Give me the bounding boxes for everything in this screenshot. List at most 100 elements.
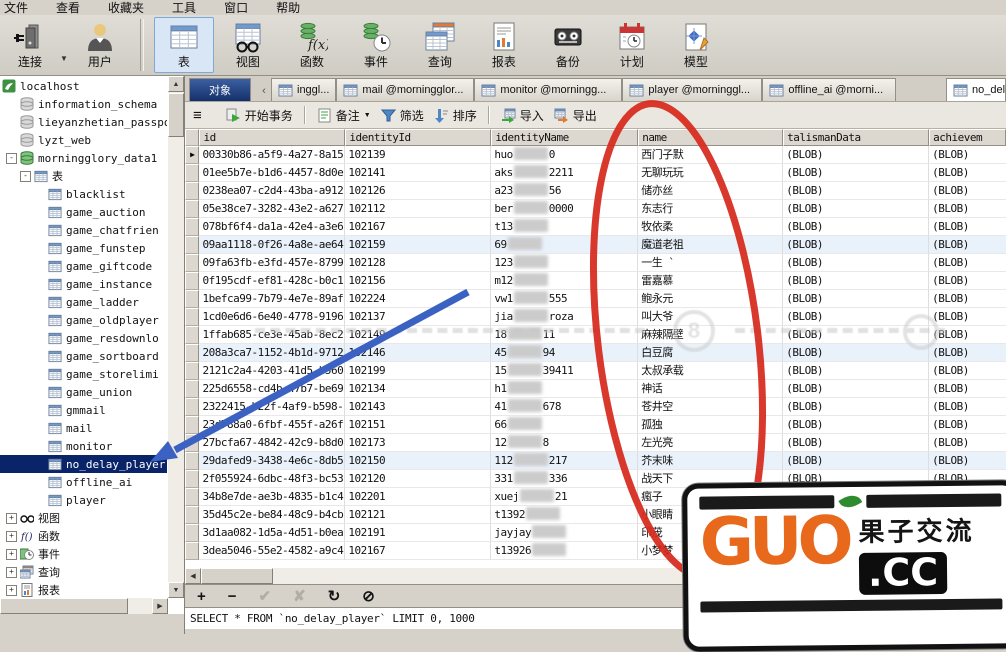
cell-identityName[interactable]: 128: [491, 434, 638, 452]
cell-talismanData[interactable]: (BLOB): [783, 254, 929, 272]
refresh-button[interactable]: ↻: [328, 589, 341, 604]
row-selector[interactable]: [185, 380, 199, 398]
cell-talismanData[interactable]: (BLOB): [783, 164, 929, 182]
cell-talismanData[interactable]: (BLOB): [783, 200, 929, 218]
grid-row[interactable]: 0f195cdf-ef81-428c-b0c1-7102156m12雷嘉慕(BL…: [185, 272, 1006, 290]
grid-row[interactable]: 2121c2a4-4203-41d5-b560-21021991539411太叔…: [185, 362, 1006, 380]
cell-id[interactable]: 09aa1118-0f26-4a8e-ae64-9: [199, 236, 345, 254]
cell-achievem[interactable]: (BLOB): [929, 326, 1006, 344]
toolbar-button-schedule[interactable]: 计划: [602, 17, 662, 73]
cell-achievem[interactable]: (BLOB): [929, 200, 1006, 218]
cell-identityId[interactable]: 102134: [345, 380, 491, 398]
cell-talismanData[interactable]: (BLOB): [783, 380, 929, 398]
row-selector[interactable]: [185, 524, 199, 542]
grid-row[interactable]: 078bf6f4-da1a-42e4-a3e6-2102167t13牧依柔(BL…: [185, 218, 1006, 236]
tree-item-table-blacklist[interactable]: blacklist: [0, 185, 167, 203]
cell-name[interactable]: 一生 `: [638, 254, 783, 272]
toolbar-button-model[interactable]: 模型: [666, 17, 726, 73]
scroll-up-icon[interactable]: ▲: [168, 76, 184, 92]
tree-item-table-game_storelimi[interactable]: game_storelimi: [0, 365, 167, 383]
row-selector[interactable]: [185, 470, 199, 488]
tree-item-table-game_ladder[interactable]: game_ladder: [0, 293, 167, 311]
cell-name[interactable]: 麻辣隔壁: [638, 326, 783, 344]
cell-talismanData[interactable]: (BLOB): [783, 362, 929, 380]
tree-item-table-game_chatfrien[interactable]: game_chatfrien: [0, 221, 167, 239]
row-selector[interactable]: [185, 200, 199, 218]
cell-id[interactable]: 29dafed9-3438-4e6c-8db5-8: [199, 452, 345, 470]
collapse-icon[interactable]: -: [6, 153, 17, 164]
cell-identityId[interactable]: 102121: [345, 506, 491, 524]
cell-id[interactable]: 2322415-b22f-4af9-b598-2: [199, 398, 345, 416]
grid-row[interactable]: 1ffab685-ce3e-45ab-8ec2-21021491811麻辣隔壁(…: [185, 326, 1006, 344]
tree-section-报表[interactable]: +报表: [0, 581, 167, 599]
cell-achievem[interactable]: (BLOB): [929, 254, 1006, 272]
cell-identityId[interactable]: 102191: [345, 524, 491, 542]
tree-item-table-game_union[interactable]: game_union: [0, 383, 167, 401]
toolbar-button-report[interactable]: 报表: [474, 17, 534, 73]
cell-talismanData[interactable]: (BLOB): [783, 272, 929, 290]
cell-achievem[interactable]: (BLOB): [929, 146, 1006, 164]
note-button[interactable]: 备注▼: [312, 105, 376, 126]
cell-identityName[interactable]: 1811: [491, 326, 638, 344]
tab-mail-morningglor-[interactable]: mail @morningglor...: [336, 78, 474, 101]
tree-item-table-mail[interactable]: mail: [0, 419, 167, 437]
cell-talismanData[interactable]: (BLOB): [783, 452, 929, 470]
row-selector[interactable]: [185, 434, 199, 452]
cell-identityId[interactable]: 102143: [345, 398, 491, 416]
export-button[interactable]: 导出: [549, 105, 602, 126]
toolbar-button-event[interactable]: 事件: [346, 17, 406, 73]
grid-row[interactable]: 23d788a0-6fbf-455f-a26f-610215166孤独(BLOB…: [185, 416, 1006, 434]
tree-item-table-game_instance[interactable]: game_instance: [0, 275, 167, 293]
cell-id[interactable]: 01ee5b7e-b1d6-4457-8d0e-2: [199, 164, 345, 182]
grid-row[interactable]: 09fa63fb-e3fd-457e-8799-6102128123一生 `(B…: [185, 254, 1006, 272]
tab-对象[interactable]: 对象: [189, 78, 251, 101]
grid-row[interactable]: 2322415-b22f-4af9-b598-210214341678苍井空(B…: [185, 398, 1006, 416]
cell-id[interactable]: 2f055924-6dbc-48f3-bc53-2: [199, 470, 345, 488]
row-selector[interactable]: [185, 452, 199, 470]
row-selector[interactable]: [185, 542, 199, 560]
apply-record-button[interactable]: ✔: [259, 589, 272, 604]
delete-record-button[interactable]: −: [228, 589, 237, 604]
grid-row[interactable]: 27bcfa67-4842-42c9-b8d0-6102173128左光亮(BL…: [185, 434, 1006, 452]
grid-row[interactable]: 09aa1118-0f26-4a8e-ae64-910215969魔道老祖(BL…: [185, 236, 1006, 254]
cell-identityId[interactable]: 102146: [345, 344, 491, 362]
scrollbar-thumb[interactable]: [168, 93, 184, 137]
column-header-identityId[interactable]: identityId: [345, 129, 491, 146]
cell-identityId[interactable]: 102201: [345, 488, 491, 506]
cell-name[interactable]: 太叔承载: [638, 362, 783, 380]
scrollbar-thumb[interactable]: [201, 568, 273, 584]
cell-identityId[interactable]: 102159: [345, 236, 491, 254]
cell-id[interactable]: 1ffab685-ce3e-45ab-8ec2-2: [199, 326, 345, 344]
toolbar-button-backup[interactable]: 备份: [538, 17, 598, 73]
column-header-id[interactable]: id: [199, 129, 345, 146]
row-selector[interactable]: [185, 398, 199, 416]
cell-id[interactable]: 23d788a0-6fbf-455f-a26f-6: [199, 416, 345, 434]
tree-item-table-game_giftcode[interactable]: game_giftcode: [0, 257, 167, 275]
toolbar-button-view[interactable]: 视图: [218, 17, 278, 73]
tree-section-函数[interactable]: +f()函数: [0, 527, 167, 545]
cell-achievem[interactable]: (BLOB): [929, 164, 1006, 182]
scrollbar-thumb[interactable]: [0, 598, 128, 614]
row-selector[interactable]: [185, 506, 199, 524]
grid-row[interactable]: 208a3ca7-1152-4b1d-9712-71021464594白豆腐(B…: [185, 344, 1006, 362]
scroll-left-icon[interactable]: ◀: [185, 568, 201, 584]
cell-name[interactable]: 东志行: [638, 200, 783, 218]
grid-row[interactable]: 225d6558-cd4b-47b7-be69-4102134h1神话(BLOB…: [185, 380, 1006, 398]
cell-talismanData[interactable]: (BLOB): [783, 182, 929, 200]
column-header-achievem[interactable]: achievem: [929, 129, 1006, 146]
cell-id[interactable]: 208a3ca7-1152-4b1d-9712-7: [199, 344, 345, 362]
tree-item-connection[interactable]: localhost: [0, 77, 167, 95]
cell-identityId[interactable]: 102199: [345, 362, 491, 380]
tab-player-morninggl-[interactable]: player @morninggl...: [622, 78, 762, 101]
cell-identityName[interactable]: t1392: [491, 506, 638, 524]
cell-identityName[interactable]: vw1555: [491, 290, 638, 308]
cell-achievem[interactable]: (BLOB): [929, 308, 1006, 326]
column-header-name[interactable]: name: [638, 129, 783, 146]
grid-menu-icon[interactable]: ≡: [193, 107, 201, 124]
cell-achievem[interactable]: (BLOB): [929, 362, 1006, 380]
tab-offline_ai-morni-[interactable]: offline_ai @morni...: [762, 78, 896, 101]
cell-identityName[interactable]: 66: [491, 416, 638, 434]
cell-name[interactable]: 芥末味: [638, 452, 783, 470]
filter-button[interactable]: 筛选: [376, 105, 429, 126]
cell-achievem[interactable]: (BLOB): [929, 182, 1006, 200]
